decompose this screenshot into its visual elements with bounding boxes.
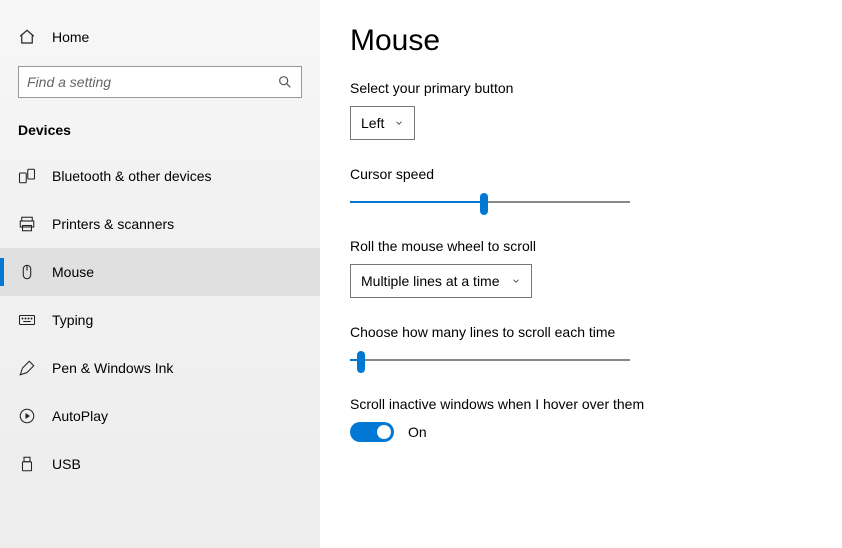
sidebar-item-autoplay[interactable]: AutoPlay <box>0 392 320 440</box>
sidebar-item-label: Typing <box>52 312 93 328</box>
sidebar-item-pen[interactable]: Pen & Windows Ink <box>0 344 320 392</box>
cursor-speed-slider[interactable] <box>350 192 630 212</box>
wheel-scroll-label: Roll the mouse wheel to scroll <box>350 238 812 254</box>
sidebar-item-label: Printers & scanners <box>52 216 174 232</box>
slider-fill <box>350 201 484 203</box>
search-input[interactable] <box>27 74 277 90</box>
dropdown-value: Left <box>361 115 384 131</box>
section-title: Devices <box>0 122 320 152</box>
sidebar-item-label: Pen & Windows Ink <box>52 360 173 376</box>
wheel-scroll-dropdown[interactable]: Multiple lines at a time <box>350 264 532 298</box>
search-box[interactable] <box>18 66 302 98</box>
keyboard-icon <box>18 311 36 329</box>
main-content: Mouse Select your primary button Left Cu… <box>320 0 842 548</box>
cursor-speed-label: Cursor speed <box>350 166 812 182</box>
sidebar-item-label: AutoPlay <box>52 408 108 424</box>
dropdown-value: Multiple lines at a time <box>361 273 500 289</box>
sidebar-item-typing[interactable]: Typing <box>0 296 320 344</box>
inactive-scroll-label: Scroll inactive windows when I hover ove… <box>350 396 812 412</box>
sidebar-item-label: Mouse <box>52 264 94 280</box>
sidebar-item-bluetooth[interactable]: Bluetooth & other devices <box>0 152 320 200</box>
inactive-scroll-setting: Scroll inactive windows when I hover ove… <box>350 396 812 442</box>
usb-icon <box>18 455 36 473</box>
mouse-icon <box>18 263 36 281</box>
bluetooth-icon <box>18 167 36 185</box>
lines-scroll-slider[interactable] <box>350 350 630 370</box>
inactive-scroll-toggle[interactable] <box>350 422 394 442</box>
sidebar-item-label: USB <box>52 456 81 472</box>
sidebar-item-printers[interactable]: Printers & scanners <box>0 200 320 248</box>
home-label: Home <box>52 29 89 45</box>
lines-scroll-label: Choose how many lines to scroll each tim… <box>350 324 812 340</box>
primary-button-setting: Select your primary button Left <box>350 80 812 140</box>
primary-button-label: Select your primary button <box>350 80 812 96</box>
search-icon <box>277 74 293 90</box>
cursor-speed-setting: Cursor speed <box>350 166 812 212</box>
lines-scroll-setting: Choose how many lines to scroll each tim… <box>350 324 812 370</box>
sidebar-item-mouse[interactable]: Mouse <box>0 248 320 296</box>
slider-thumb[interactable] <box>357 351 365 373</box>
slider-track <box>350 359 630 361</box>
pen-icon <box>18 359 36 377</box>
toggle-state-label: On <box>408 424 427 440</box>
primary-button-dropdown[interactable]: Left <box>350 106 415 140</box>
wheel-scroll-setting: Roll the mouse wheel to scroll Multiple … <box>350 238 812 298</box>
slider-thumb[interactable] <box>480 193 488 215</box>
toggle-knob <box>377 425 391 439</box>
page-title: Mouse <box>350 24 812 58</box>
chevron-down-icon <box>511 276 521 286</box>
autoplay-icon <box>18 407 36 425</box>
chevron-down-icon <box>394 118 404 128</box>
home-link[interactable]: Home <box>0 28 320 66</box>
printer-icon <box>18 215 36 233</box>
sidebar: Home Devices Bluetooth & other devices <box>0 0 320 548</box>
sidebar-item-usb[interactable]: USB <box>0 440 320 488</box>
home-icon <box>18 28 36 46</box>
sidebar-item-label: Bluetooth & other devices <box>52 168 212 184</box>
search-wrap <box>18 66 302 98</box>
